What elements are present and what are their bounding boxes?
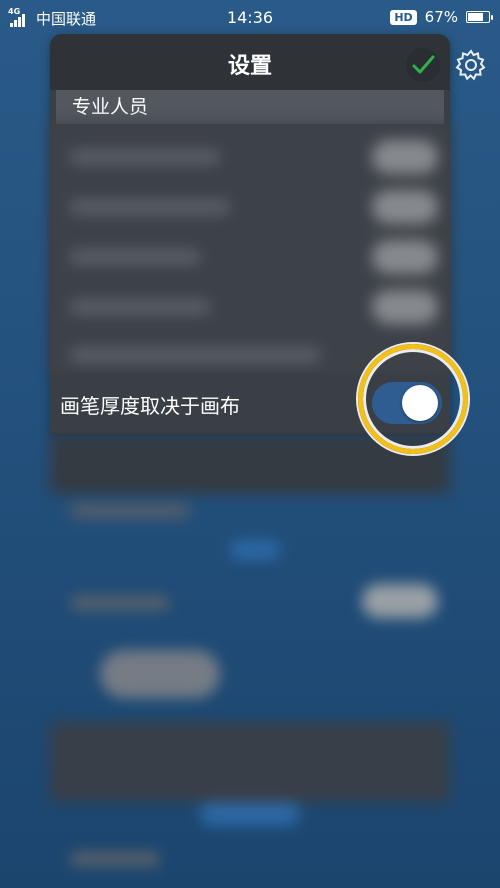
gear-icon[interactable] — [454, 48, 488, 82]
page-title: 设置 — [227, 54, 272, 79]
confirm-button[interactable] — [406, 48, 440, 82]
setting-label: 画笔厚度取决于画布 — [60, 394, 240, 418]
hd-badge: HD — [390, 9, 417, 25]
battery-percent: 67% — [424, 8, 458, 26]
battery-icon — [466, 11, 493, 23]
section-header-professional: 专业人员 — [56, 90, 444, 124]
blurred-settings-list — [50, 122, 450, 888]
status-right: HD 67% — [390, 8, 493, 26]
check-icon — [412, 55, 435, 74]
status-bar: 4G 中国联通 14:36 HD 67% — [0, 0, 500, 36]
highlight-ring — [358, 344, 468, 454]
panel-header: 设置 — [50, 34, 450, 90]
